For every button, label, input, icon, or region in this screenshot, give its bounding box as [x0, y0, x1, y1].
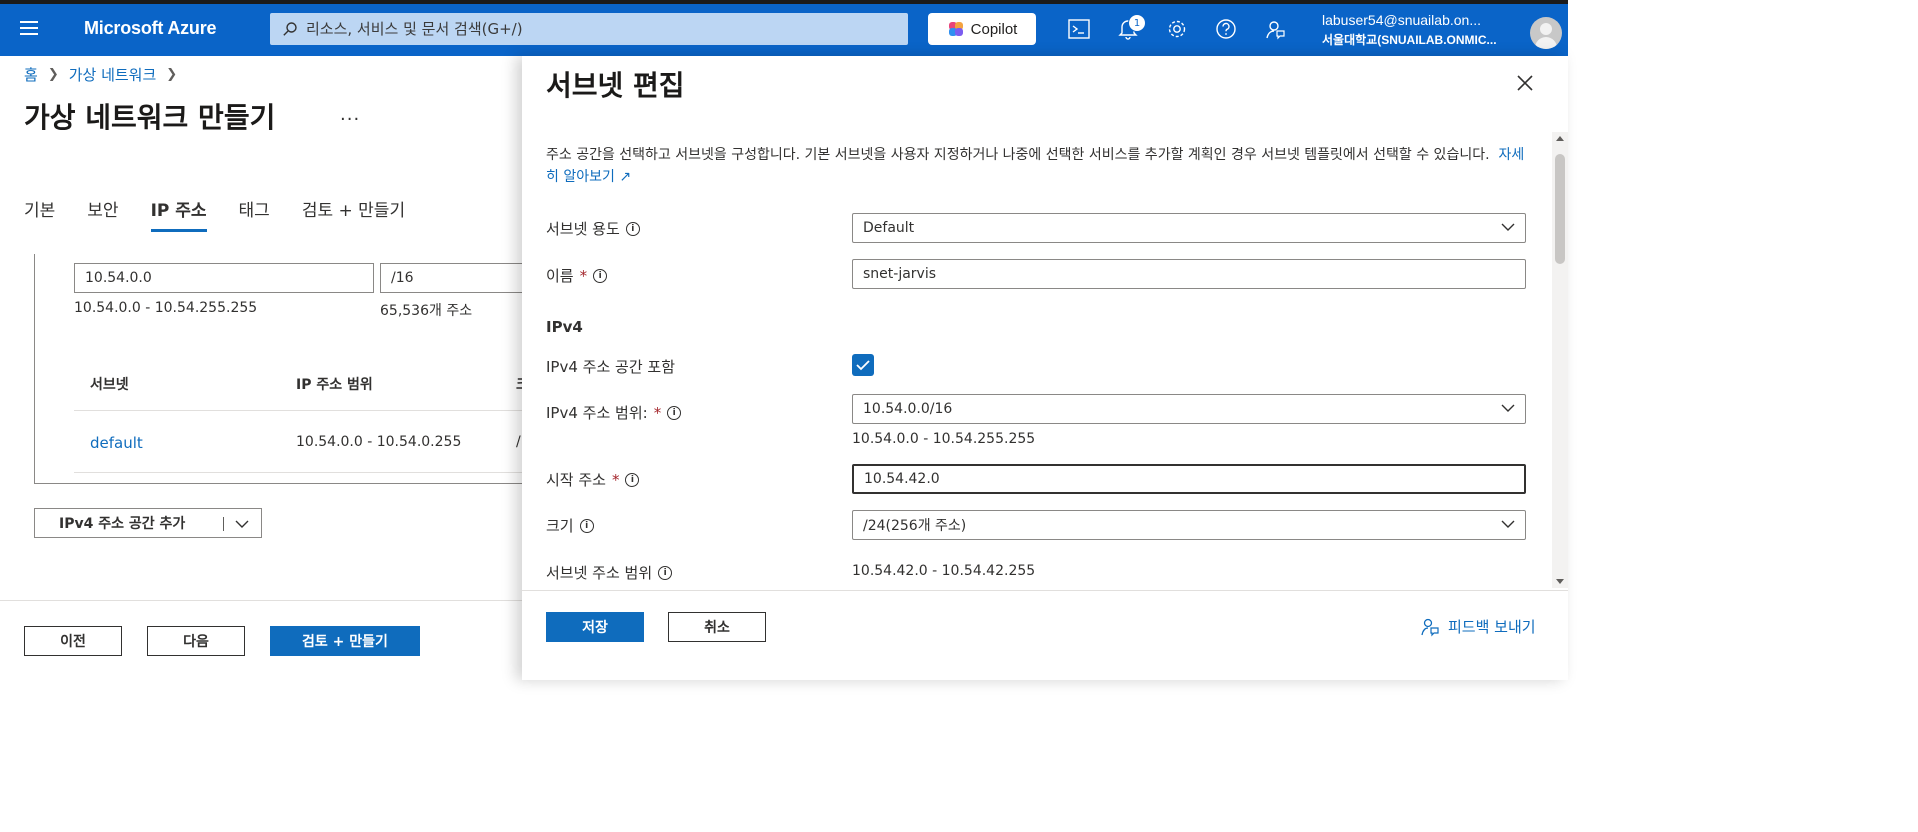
subnet-name-field[interactable]: snet-jarvis	[852, 259, 1526, 289]
wizard-tabs: 기본 보안 IP 주소 태그 검토 + 만들기	[24, 196, 437, 232]
top-bar: Microsoft Azure Copilot 1 labuser54@snua…	[0, 0, 1568, 56]
include-ipv4-checkbox[interactable]	[852, 354, 874, 376]
include-ipv4-label: IPv4 주소 공간 포함	[546, 358, 675, 376]
required-asterisk: *	[653, 403, 662, 422]
global-search[interactable]	[270, 13, 908, 45]
description-text: 주소 공간을 선택하고 서브넷을 구성합니다. 기본 서브넷을 사용자 지정하거…	[546, 147, 1490, 163]
copilot-icon	[948, 22, 963, 36]
review-create-button[interactable]: 검토 + 만들기	[270, 626, 420, 656]
info-icon[interactable]: i	[579, 518, 594, 533]
scrollbar-thumb[interactable]	[1555, 154, 1565, 264]
subnet-link-default[interactable]: default	[90, 434, 143, 452]
tab-review-create[interactable]: 검토 + 만들기	[302, 196, 405, 232]
page-title: 가상 네트워크 만들기	[24, 101, 276, 134]
subnet-range-cell: 10.54.0.0 - 10.54.0.255	[296, 434, 462, 450]
tab-security[interactable]: 보안	[87, 196, 118, 232]
start-address-label: 시작 주소 * i	[546, 469, 640, 490]
panel-title: 서브넷 편집	[546, 69, 685, 102]
subnet-size-cell: /	[516, 434, 521, 450]
ipv4-range-dropdown[interactable]: 10.54.0.0/16	[852, 394, 1526, 424]
help-icon[interactable]	[1213, 16, 1239, 42]
copilot-button[interactable]: Copilot	[928, 13, 1036, 45]
copilot-label: Copilot	[970, 20, 1018, 38]
subnet-size-dropdown[interactable]: /24(256개 주소)	[852, 510, 1526, 540]
info-icon[interactable]: i	[625, 221, 640, 236]
search-input[interactable]	[306, 20, 866, 38]
next-button[interactable]: 다음	[147, 626, 245, 656]
previous-button[interactable]: 이전	[24, 626, 122, 656]
menu-icon[interactable]	[20, 18, 40, 38]
info-icon[interactable]: i	[625, 472, 640, 487]
panel-footer-divider	[522, 590, 1568, 591]
ipv4-range-label: IPv4 주소 범위: * i	[546, 402, 682, 423]
scroll-up-arrow-icon[interactable]	[1556, 136, 1564, 141]
subnet-range-label: 서브넷 주소 범위 i	[546, 562, 673, 583]
column-header-subnet: 서브넷	[90, 377, 129, 393]
panel-scrollbar[interactable]	[1552, 132, 1568, 588]
address-range-text: 10.54.0.0 - 10.54.255.255	[74, 300, 258, 316]
user-directory: 서울대학교(SNUAILAB.ONMIC...	[1322, 33, 1497, 47]
address-prefix-input[interactable]	[380, 263, 530, 293]
breadcrumb-vnet[interactable]: 가상 네트워크	[69, 64, 157, 85]
divider	[74, 472, 534, 473]
user-email: labuser54@snuailab.on...	[1322, 12, 1481, 28]
search-icon	[283, 22, 297, 36]
tab-ip-addresses[interactable]: IP 주소	[150, 196, 207, 232]
cloud-shell-icon[interactable]	[1066, 16, 1092, 42]
brand-title[interactable]: Microsoft Azure	[84, 18, 217, 39]
add-ipv4-space-label: IPv4 주소 공간 추가	[59, 516, 186, 532]
save-button[interactable]: 저장	[546, 612, 644, 642]
avatar[interactable]	[1530, 17, 1562, 49]
breadcrumb-home[interactable]: 홈	[24, 64, 38, 85]
add-ipv4-space-button[interactable]: IPv4 주소 공간 추가	[34, 508, 262, 538]
tab-tags[interactable]: 태그	[239, 196, 270, 232]
purpose-label: 서브넷 용도 i	[546, 218, 640, 239]
footer-divider	[0, 600, 522, 601]
column-header-ip-range: IP 주소 범위	[296, 377, 373, 393]
chevron-right-icon: ❯	[47, 67, 59, 82]
chevron-down-icon	[1501, 520, 1515, 528]
info-icon[interactable]: i	[658, 565, 673, 580]
send-feedback-link[interactable]: 피드백 보내기	[1420, 616, 1536, 637]
chevron-down-icon	[1501, 404, 1515, 412]
chevron-right-icon: ❯	[166, 67, 178, 82]
panel-description: 주소 공간을 선택하고 서브넷을 구성합니다. 기본 서브넷을 사용자 지정하거…	[546, 144, 1526, 188]
chevron-down-icon[interactable]	[235, 519, 249, 529]
settings-gear-icon[interactable]	[1164, 16, 1190, 42]
name-label: 이름 * i	[546, 265, 608, 286]
required-asterisk: *	[579, 266, 588, 285]
address-count-text: 65,536개 주소	[380, 303, 473, 319]
close-icon[interactable]	[1514, 72, 1536, 94]
subnet-purpose-dropdown[interactable]: Default	[852, 213, 1526, 243]
cancel-button[interactable]: 취소	[668, 612, 766, 642]
start-address-field[interactable]: 10.54.42.0	[852, 464, 1526, 494]
tab-basics[interactable]: 기본	[24, 196, 55, 232]
edit-subnet-panel: 서브넷 편집 주소 공간을 선택하고 서브넷을 구성합니다. 기본 서브넷을 사…	[522, 56, 1568, 680]
info-icon[interactable]: i	[667, 405, 682, 420]
divider	[74, 410, 534, 411]
size-label: 크기 i	[546, 515, 594, 536]
required-asterisk: *	[611, 470, 620, 489]
feedback-icon[interactable]	[1262, 16, 1288, 42]
external-link-icon: ↗	[619, 169, 632, 185]
checkmark-icon	[856, 360, 870, 371]
info-icon[interactable]: i	[593, 268, 608, 283]
address-space-input[interactable]	[74, 263, 374, 293]
breadcrumb: 홈 ❯ 가상 네트워크 ❯	[24, 64, 177, 85]
more-options-button[interactable]: ...	[340, 104, 360, 125]
subnet-range-value: 10.54.42.0 - 10.54.42.255	[852, 563, 1036, 579]
chevron-down-icon	[1501, 223, 1515, 231]
ipv4-section-heading: IPv4	[546, 318, 583, 336]
feedback-icon	[1421, 618, 1439, 636]
user-account[interactable]: labuser54@snuailab.on... 서울대학교(SNUAILAB.…	[1322, 12, 1497, 48]
notification-badge: 1	[1128, 14, 1146, 32]
scroll-down-arrow-icon[interactable]	[1556, 579, 1564, 584]
ipv4-range-hint: 10.54.0.0 - 10.54.255.255	[852, 431, 1036, 447]
